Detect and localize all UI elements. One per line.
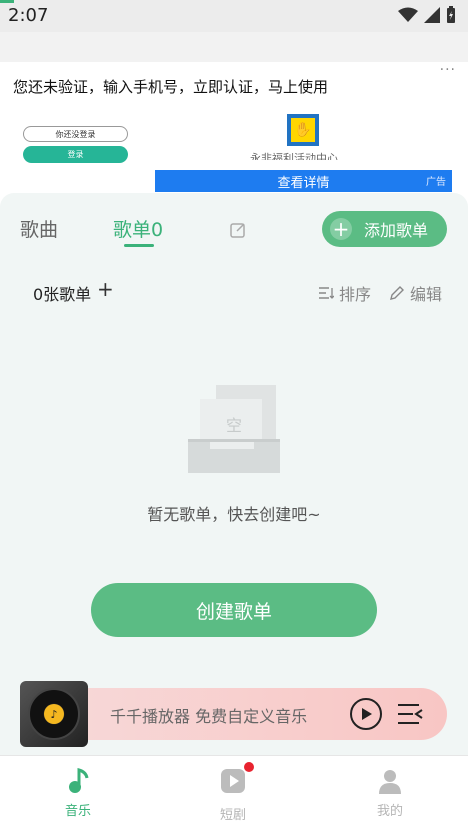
user-icon bbox=[379, 770, 401, 794]
empty-message: 暂无歌单，快去创建吧~ bbox=[147, 505, 321, 524]
album-art[interactable]: ♪ bbox=[20, 681, 88, 747]
wifi-icon bbox=[398, 7, 418, 22]
nav-mine[interactable]: 我的 bbox=[350, 768, 430, 819]
external-edit-icon[interactable] bbox=[229, 221, 247, 239]
vinyl-disc-icon: ♪ bbox=[28, 688, 80, 740]
plus-icon: + bbox=[330, 218, 352, 240]
add-playlist-button[interactable]: + 添加歌单 bbox=[322, 211, 447, 247]
ad-headline: 您还未验证，输入手机号，立即认证，马上使用 bbox=[13, 78, 329, 96]
status-bar: 2:07 bbox=[0, 0, 468, 32]
playlist-count: 0张歌单 bbox=[33, 285, 92, 304]
play-button[interactable] bbox=[350, 698, 382, 730]
ad-login-field: 你还没登录 bbox=[23, 126, 128, 142]
ad-center-text: 永非福利活动中心 bbox=[250, 152, 338, 160]
sort-label: 排序 bbox=[339, 285, 372, 304]
tab-songs[interactable]: 歌曲 bbox=[20, 215, 58, 242]
ad-thumbnail: ✋ bbox=[287, 114, 319, 146]
edit-button[interactable]: 编辑 bbox=[389, 281, 442, 305]
tab-active-indicator bbox=[124, 244, 154, 247]
pencil-icon bbox=[390, 286, 404, 300]
ad-banner[interactable]: ··· 您还未验证，输入手机号，立即认证，马上使用 你还没登录 登录 ✋ 永非福… bbox=[0, 32, 468, 193]
add-playlist-label: 添加歌单 bbox=[364, 221, 429, 240]
ad-login-button: 登录 bbox=[23, 146, 128, 163]
notification-dot bbox=[244, 762, 254, 772]
drama-icon-wrap bbox=[220, 762, 254, 798]
ad-top-strip bbox=[0, 32, 468, 62]
ad-tag: 广告 bbox=[426, 173, 446, 188]
ad-tag-label: 广告 bbox=[426, 177, 446, 188]
status-time: 2:07 bbox=[8, 5, 49, 26]
playlist-panel: 歌曲 歌单0 + 添加歌单 0张歌单 + 排序 编辑 空 暂无歌单，快去创建吧~… bbox=[0, 193, 468, 755]
sort-icon bbox=[319, 287, 334, 299]
edit-label: 编辑 bbox=[410, 285, 443, 304]
create-playlist-label: 创建歌单 bbox=[195, 600, 272, 623]
ad-details-button[interactable]: 查看详情 广告 bbox=[155, 170, 452, 192]
video-play-icon bbox=[221, 769, 245, 793]
music-note-icon: ♪ bbox=[44, 704, 64, 724]
ad-details-label: 查看详情 bbox=[277, 175, 330, 191]
create-playlist-button[interactable]: 创建歌单 bbox=[91, 583, 377, 637]
nav-drama[interactable]: 短剧 bbox=[193, 762, 273, 823]
queue-list-icon[interactable] bbox=[397, 702, 423, 726]
empty-box-icon: 空 bbox=[188, 385, 280, 473]
nav-drama-label: 短剧 bbox=[219, 808, 246, 823]
ad-login-placeholder: 你还没登录 bbox=[55, 129, 96, 139]
add-plus-button[interactable]: + bbox=[97, 277, 114, 301]
signal-icon bbox=[424, 7, 440, 23]
status-icons bbox=[398, 6, 456, 24]
play-icon bbox=[362, 708, 372, 720]
bottom-nav: 音乐 短剧 我的 bbox=[0, 755, 468, 833]
tab-playlists[interactable]: 歌单0 bbox=[113, 215, 163, 242]
nav-mine-label: 我的 bbox=[376, 804, 403, 819]
ad-menu-icon[interactable]: ··· bbox=[440, 62, 456, 78]
battery-icon bbox=[447, 6, 455, 23]
sort-button[interactable]: 排序 bbox=[318, 281, 371, 305]
nav-music[interactable]: 音乐 bbox=[38, 768, 118, 819]
music-note-icon bbox=[69, 768, 89, 793]
hand-icon: ✋ bbox=[291, 118, 315, 142]
ad-login-button-label: 登录 bbox=[67, 150, 84, 159]
player-track-text: 千千播放器 免费自定义音乐 bbox=[110, 707, 308, 726]
status-accent-line bbox=[0, 0, 14, 3]
nav-music-label: 音乐 bbox=[64, 804, 91, 819]
empty-badge: 空 bbox=[226, 416, 242, 435]
